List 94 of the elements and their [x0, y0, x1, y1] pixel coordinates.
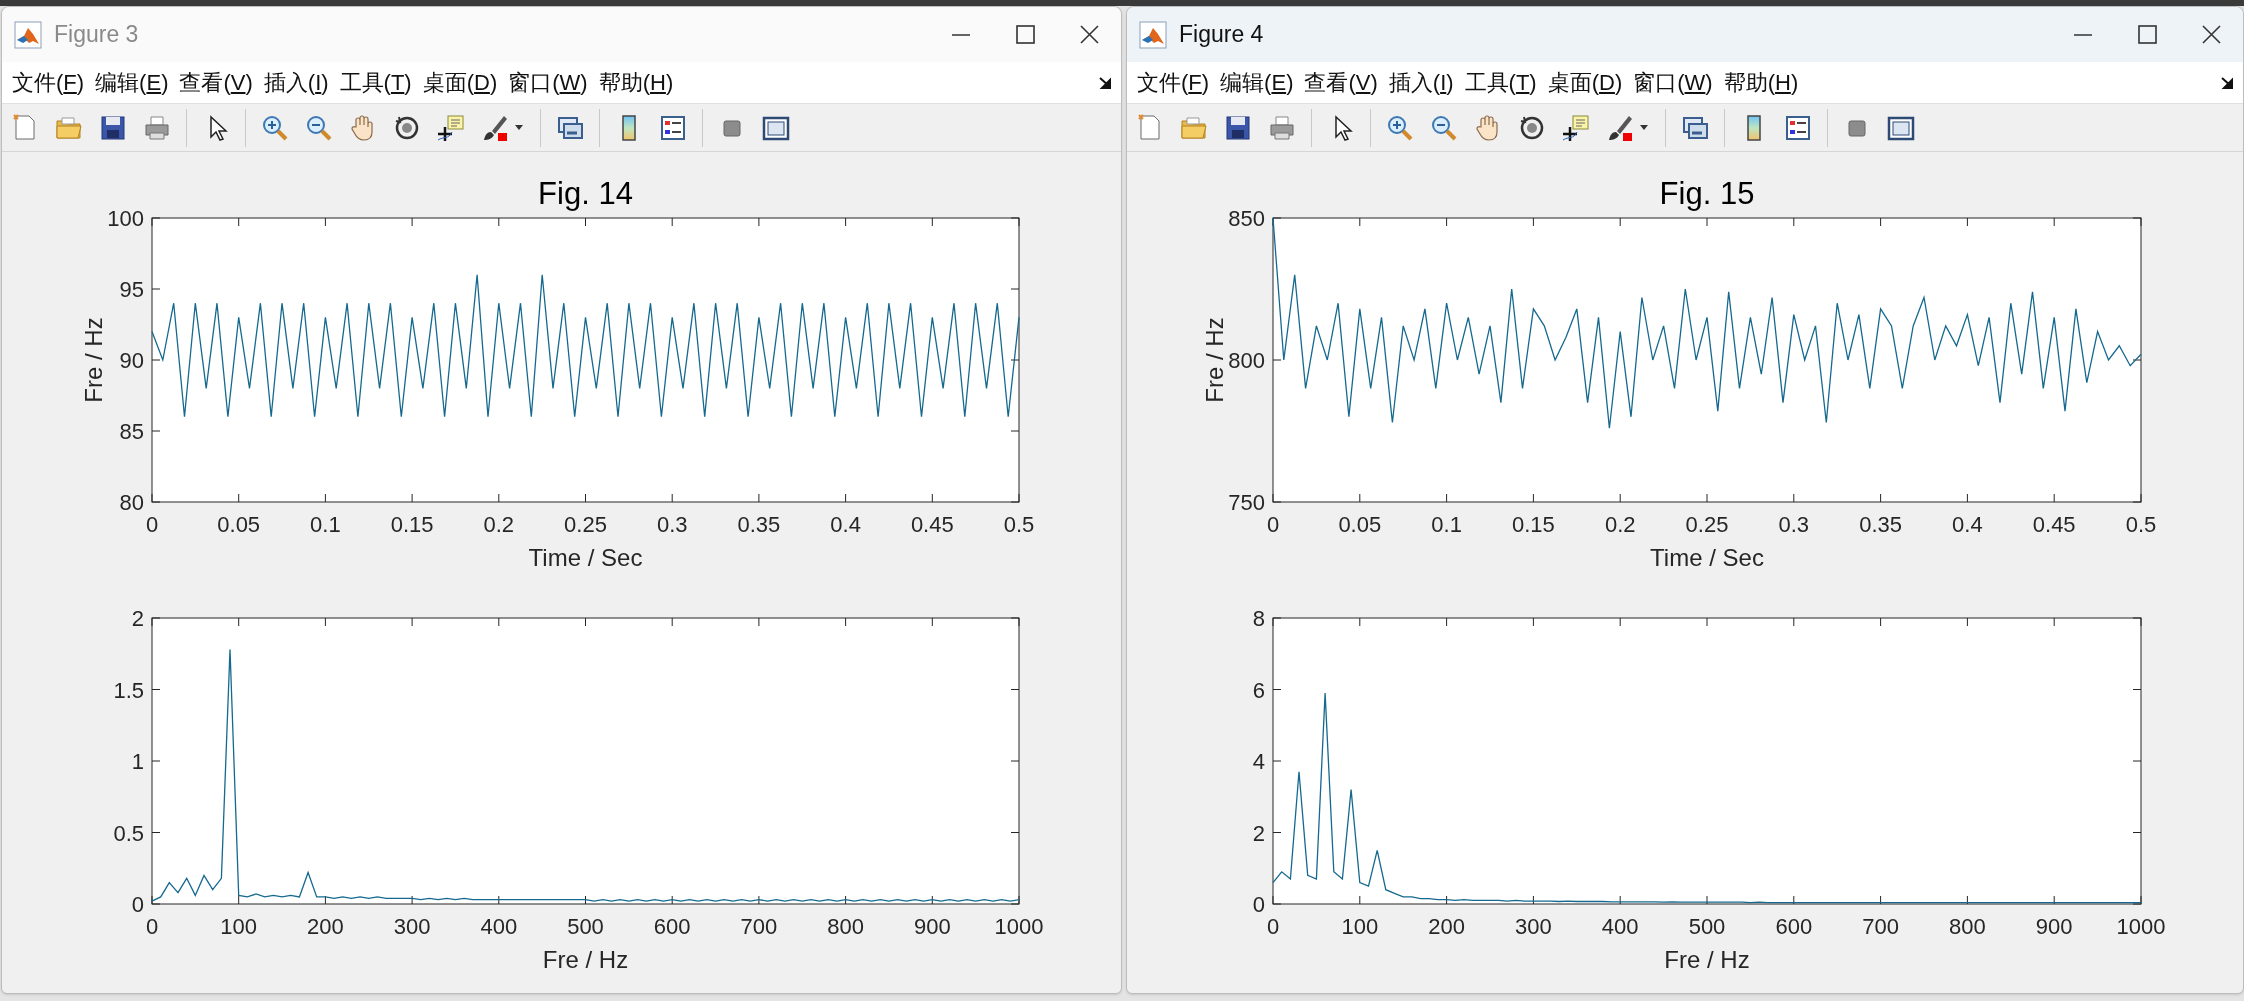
menu-item[interactable]: 文件(F) [1137, 66, 1210, 99]
tick-label: 0.4 [830, 512, 861, 537]
tick-label: 200 [307, 914, 344, 939]
menu-item[interactable]: 插入(I) [263, 66, 329, 99]
tick-label: 750 [1228, 490, 1265, 515]
tick-label: 850 [1228, 206, 1265, 231]
tick-label: 0 [145, 512, 159, 537]
tick-label: 600 [1775, 914, 1813, 939]
tick-label: 0 [145, 914, 159, 939]
menu-item[interactable]: 插入(I) [1388, 66, 1454, 99]
tick-label: 0.35 [1859, 512, 1902, 537]
tick-label: 900 [2035, 914, 2073, 939]
tick-label: 85 [119, 419, 144, 444]
tick-label: 1.5 [113, 677, 144, 703]
tick-label: 0.45 [910, 512, 954, 537]
tick-label: 600 [653, 914, 691, 939]
tick-label: 0.25 [564, 512, 607, 537]
tick-label: 900 [913, 914, 951, 939]
tick-label: 1 [131, 749, 144, 774]
tick-label: 500 [567, 914, 604, 939]
tick-label: 90 [119, 348, 144, 373]
tick-label: 200 [1428, 914, 1465, 939]
tick-label: 0 [1266, 914, 1280, 939]
tick-label: 100 [220, 914, 258, 939]
menu-item[interactable]: 文件(F) [12, 66, 85, 99]
menu-item[interactable]: 帮助(H) [598, 66, 674, 99]
menu-item[interactable]: 查看(V) [179, 66, 253, 99]
tick-label: 500 [1688, 914, 1726, 939]
tick-label: 800 [827, 914, 864, 939]
menu-item[interactable]: 帮助(H) [1723, 66, 1799, 99]
tick-label: 1000 [994, 914, 1044, 939]
window-title: Figure 3 [54, 20, 139, 50]
tick-label: 6 [1252, 677, 1265, 703]
dock-arrow-icon[interactable] [2221, 75, 2235, 90]
menu-item[interactable]: 编辑(E) [95, 66, 169, 99]
tick-label: 2 [131, 606, 144, 631]
tick-label: 0.4 [1952, 512, 1983, 537]
tick-label: 0 [1266, 512, 1280, 537]
data-cursor-icon[interactable] [436, 112, 466, 143]
tick-label: 4 [1252, 749, 1265, 774]
tick-label: 0.05 [1338, 512, 1382, 537]
axis-label: Fre / Hz [1664, 946, 1750, 973]
axis-label: Time / Sec [1650, 544, 1764, 571]
tick-label: 0.25 [1685, 512, 1729, 537]
axis-label: Fre / Hz [542, 946, 629, 973]
axis-label: Fre / Hz [1201, 317, 1228, 403]
tick-label: 0.5 [2125, 512, 2157, 537]
tick-label: 800 [1228, 348, 1265, 373]
tick-label: 400 [1601, 914, 1639, 939]
tick-label: 100 [107, 206, 144, 231]
app-logo-icon [14, 20, 42, 49]
menu-item[interactable]: 编辑(E) [1220, 66, 1294, 99]
menu-item[interactable]: 窗口(W) [508, 66, 588, 99]
window-title: Figure 4 [1179, 20, 1264, 50]
tick-label: 100 [1341, 914, 1379, 939]
chart-title: Fig. 14 [538, 176, 633, 211]
tick-label: 0.5 [1003, 512, 1035, 537]
tick-label: 0.35 [737, 512, 781, 537]
tick-label: 2 [1252, 820, 1265, 846]
tick-label: 0 [1252, 892, 1265, 917]
chart-title: Fig. 15 [1659, 176, 1755, 211]
tick-label: 400 [480, 914, 518, 939]
tick-label: 700 [740, 914, 778, 939]
dock-arrow-icon[interactable] [1099, 75, 1113, 90]
tick-label: 700 [1862, 914, 1899, 939]
tick-label: 300 [1515, 914, 1552, 939]
axis-label: Fre / Hz [80, 317, 107, 403]
menu-item[interactable]: 窗口(W) [1633, 66, 1713, 99]
tick-label: 300 [393, 914, 431, 939]
tick-label: 0.2 [1604, 512, 1636, 537]
tick-label: 8 [1252, 606, 1265, 631]
tick-label: 95 [119, 277, 144, 302]
tick-label: 0.1 [310, 512, 341, 537]
tick-label: 0.15 [390, 512, 434, 537]
menu-item[interactable]: 桌面(D) [422, 66, 498, 99]
axis-label: Time / Sec [528, 544, 643, 571]
tick-label: 0.5 [113, 820, 144, 846]
tick-label: 0.45 [2032, 512, 2076, 537]
menu-item[interactable]: 桌面(D) [1547, 66, 1623, 99]
app-logo-icon [1139, 20, 1167, 49]
tick-label: 0.3 [656, 512, 688, 537]
tick-label: 0.1 [1431, 512, 1462, 537]
tick-label: 0.05 [217, 512, 261, 537]
menu-item[interactable]: 工具(T) [1464, 66, 1537, 99]
menu-item[interactable]: 工具(T) [339, 66, 412, 99]
tick-label: 0.15 [1512, 512, 1555, 537]
tick-label: 1000 [2116, 914, 2166, 939]
tick-label: 80 [119, 490, 144, 515]
tick-label: 800 [1949, 914, 1986, 939]
tick-label: 0.2 [483, 512, 515, 537]
data-cursor-icon[interactable] [1561, 112, 1591, 143]
tick-label: 0 [131, 892, 144, 917]
tick-label: 0.3 [1778, 512, 1810, 537]
menu-item[interactable]: 查看(V) [1304, 66, 1378, 99]
